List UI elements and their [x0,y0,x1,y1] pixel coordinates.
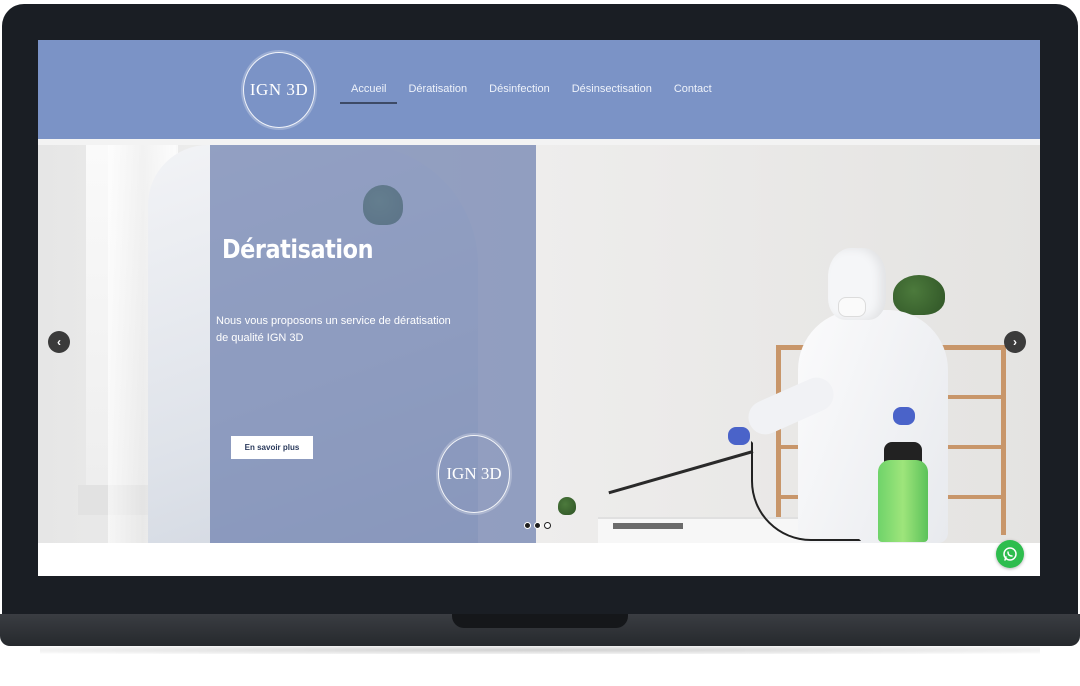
nav-item-contact[interactable]: Contact [663,80,723,100]
whatsapp-button[interactable] [996,540,1024,568]
main-nav: Accueil Dératisation Désinfection Désins… [340,80,723,104]
chevron-left-icon: ‹ [57,335,61,349]
slider-dots [524,522,551,529]
nav-item-deratisation[interactable]: Dératisation [397,80,478,100]
hero-slider: Dératisation Nous vous proposons un serv… [38,145,1040,543]
background-sprayer-tank [878,460,928,542]
whatsapp-icon [1003,547,1017,561]
background-glove [728,427,750,445]
hero-description: Nous vous proposons un service de dérati… [216,315,451,344]
hero-title: Dératisation [222,235,374,265]
logo-text: IGN 3D [249,80,309,99]
nav-item-desinsectisation[interactable]: Désinsectisation [561,80,663,100]
learn-more-button[interactable]: En savoir plus [231,436,313,459]
overlay-logo-text: IGN 3D [446,464,502,483]
slider-dot[interactable] [534,522,541,529]
slider-next-button[interactable]: › [1004,331,1026,353]
chevron-right-icon: › [1013,335,1017,349]
background-glove [893,407,915,425]
nav-item-accueil[interactable]: Accueil [340,80,398,104]
site-logo[interactable]: IGN 3D [243,52,315,128]
slider-dot-active[interactable] [544,522,551,529]
website-screen: IGN 3D Accueil Dératisation Désinfection… [38,40,1040,576]
background-worker-mask [838,297,866,317]
background-laptop [613,523,683,529]
laptop-shadow [40,646,1040,654]
background-plant [893,275,945,315]
background-sprayer-top [884,442,922,462]
background-plant [558,497,576,515]
slider-dot[interactable] [524,522,531,529]
site-header: IGN 3D Accueil Dératisation Désinfection… [38,40,1040,139]
slider-prev-button[interactable]: ‹ [48,331,70,353]
nav-item-desinfection[interactable]: Désinfection [478,80,561,100]
background-spray-wand [608,450,754,495]
overlay-logo: IGN 3D [438,435,510,513]
laptop-notch [452,614,628,628]
